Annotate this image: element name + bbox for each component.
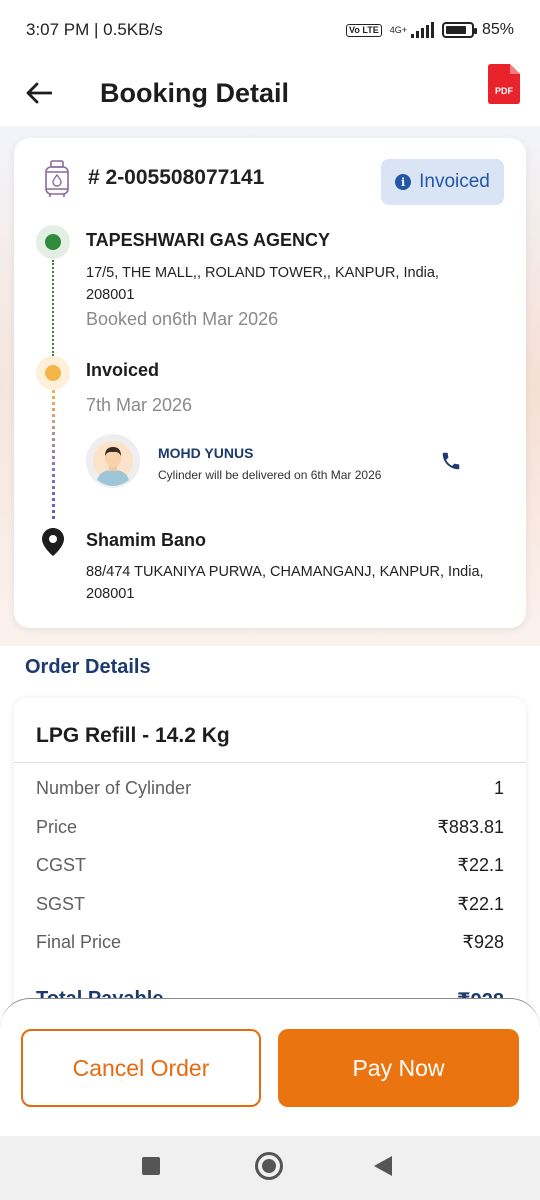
order-row-value: ₹22.1 — [457, 894, 505, 914]
invoice-date: 7th Mar 2026 — [86, 395, 193, 415]
divider — [14, 762, 526, 763]
back-icon[interactable] — [374, 1156, 392, 1176]
battery-percent: 85% — [481, 21, 514, 38]
order-row-label: CGST — [36, 855, 87, 875]
phone-call-icon[interactable] — [440, 450, 462, 472]
pdf-label: PDF — [495, 86, 514, 96]
pay-now-button[interactable]: Pay Now — [278, 1029, 519, 1107]
back-arrow-icon[interactable] — [24, 78, 54, 108]
order-row-value: ₹883.81 — [437, 817, 504, 837]
pdf-download-icon[interactable]: PDF — [488, 64, 520, 104]
agency-name: TAPESHWARI GAS AGENCY — [86, 230, 331, 250]
battery-icon — [441, 22, 477, 38]
home-icon[interactable] — [255, 1152, 283, 1180]
booked-on-date: Booked on6th Mar 2026 — [86, 309, 279, 329]
order-row: Number of Cylinder 1 — [36, 778, 504, 799]
order-row: CGST ₹22.1 — [36, 855, 504, 876]
booking-card: # 2-005508077141 i Invoiced TAPESHWARI G… — [14, 138, 526, 628]
volte-icon: Vo LTE — [346, 23, 382, 37]
recents-icon[interactable] — [142, 1157, 160, 1175]
status-bar: 3:07 PM | 0.5KB/s Vo LTE 4G+ 85% — [0, 0, 540, 60]
customer-name: Shamim Bano — [86, 530, 207, 550]
booking-id: # 2-005508077141 — [88, 166, 265, 189]
customer-address: 88/474 TUKANIYA PURWA, CHAMANGANJ, KANPU… — [86, 564, 484, 602]
timeline-connector — [52, 260, 54, 356]
order-details-heading: Order Details — [25, 656, 151, 678]
driver-name: MOHD YUNUS — [158, 445, 254, 461]
status-badge: i Invoiced — [381, 159, 504, 205]
location-pin-icon — [42, 528, 64, 556]
info-icon: i — [395, 174, 412, 190]
bottom-action-sheet: Cancel Order Pay Now — [0, 998, 540, 1136]
agency-address: 17/5, THE MALL,, ROLAND TOWER,, KANPUR, … — [86, 265, 439, 303]
page-title: Booking Detail — [100, 77, 290, 108]
order-row-value: ₹928 — [462, 932, 504, 952]
status-time: 3:07 PM | 0.5KB/s — [26, 20, 163, 39]
product-title: LPG Refill - 14.2 Kg — [36, 724, 230, 747]
invoice-step-dot — [36, 356, 70, 390]
app-header: Booking Detail PDF — [0, 60, 540, 126]
timeline-connector — [52, 390, 55, 520]
invoice-step-label: Invoiced — [86, 360, 160, 380]
signal-icon — [410, 22, 434, 38]
system-nav-bar — [0, 1136, 540, 1200]
status-badge-label: Invoiced — [419, 171, 490, 192]
order-row-label: Number of Cylinder — [36, 778, 192, 798]
cancel-order-button[interactable]: Cancel Order — [21, 1029, 261, 1107]
order-row-label: SGST — [36, 894, 86, 914]
order-row-label: Price — [36, 817, 78, 837]
avatar — [86, 434, 140, 488]
order-details-card: LPG Refill - 14.2 Kg Number of Cylinder … — [14, 698, 526, 1038]
order-row: SGST ₹22.1 — [36, 894, 504, 915]
network-type: 4G+ — [389, 25, 407, 35]
status-indicators: Vo LTE 4G+ 85% — [346, 21, 514, 39]
order-row: Final Price ₹928 — [36, 932, 504, 953]
order-row-label: Final Price — [36, 932, 122, 952]
delivery-note: Cylinder will be delivered on 6th Mar 20… — [158, 468, 382, 482]
order-row-value: 1 — [493, 778, 504, 798]
order-row: Price ₹883.81 — [36, 817, 504, 838]
order-row-value: ₹22.1 — [457, 855, 505, 875]
gas-cylinder-icon — [44, 160, 70, 198]
agency-step-dot — [36, 225, 70, 259]
